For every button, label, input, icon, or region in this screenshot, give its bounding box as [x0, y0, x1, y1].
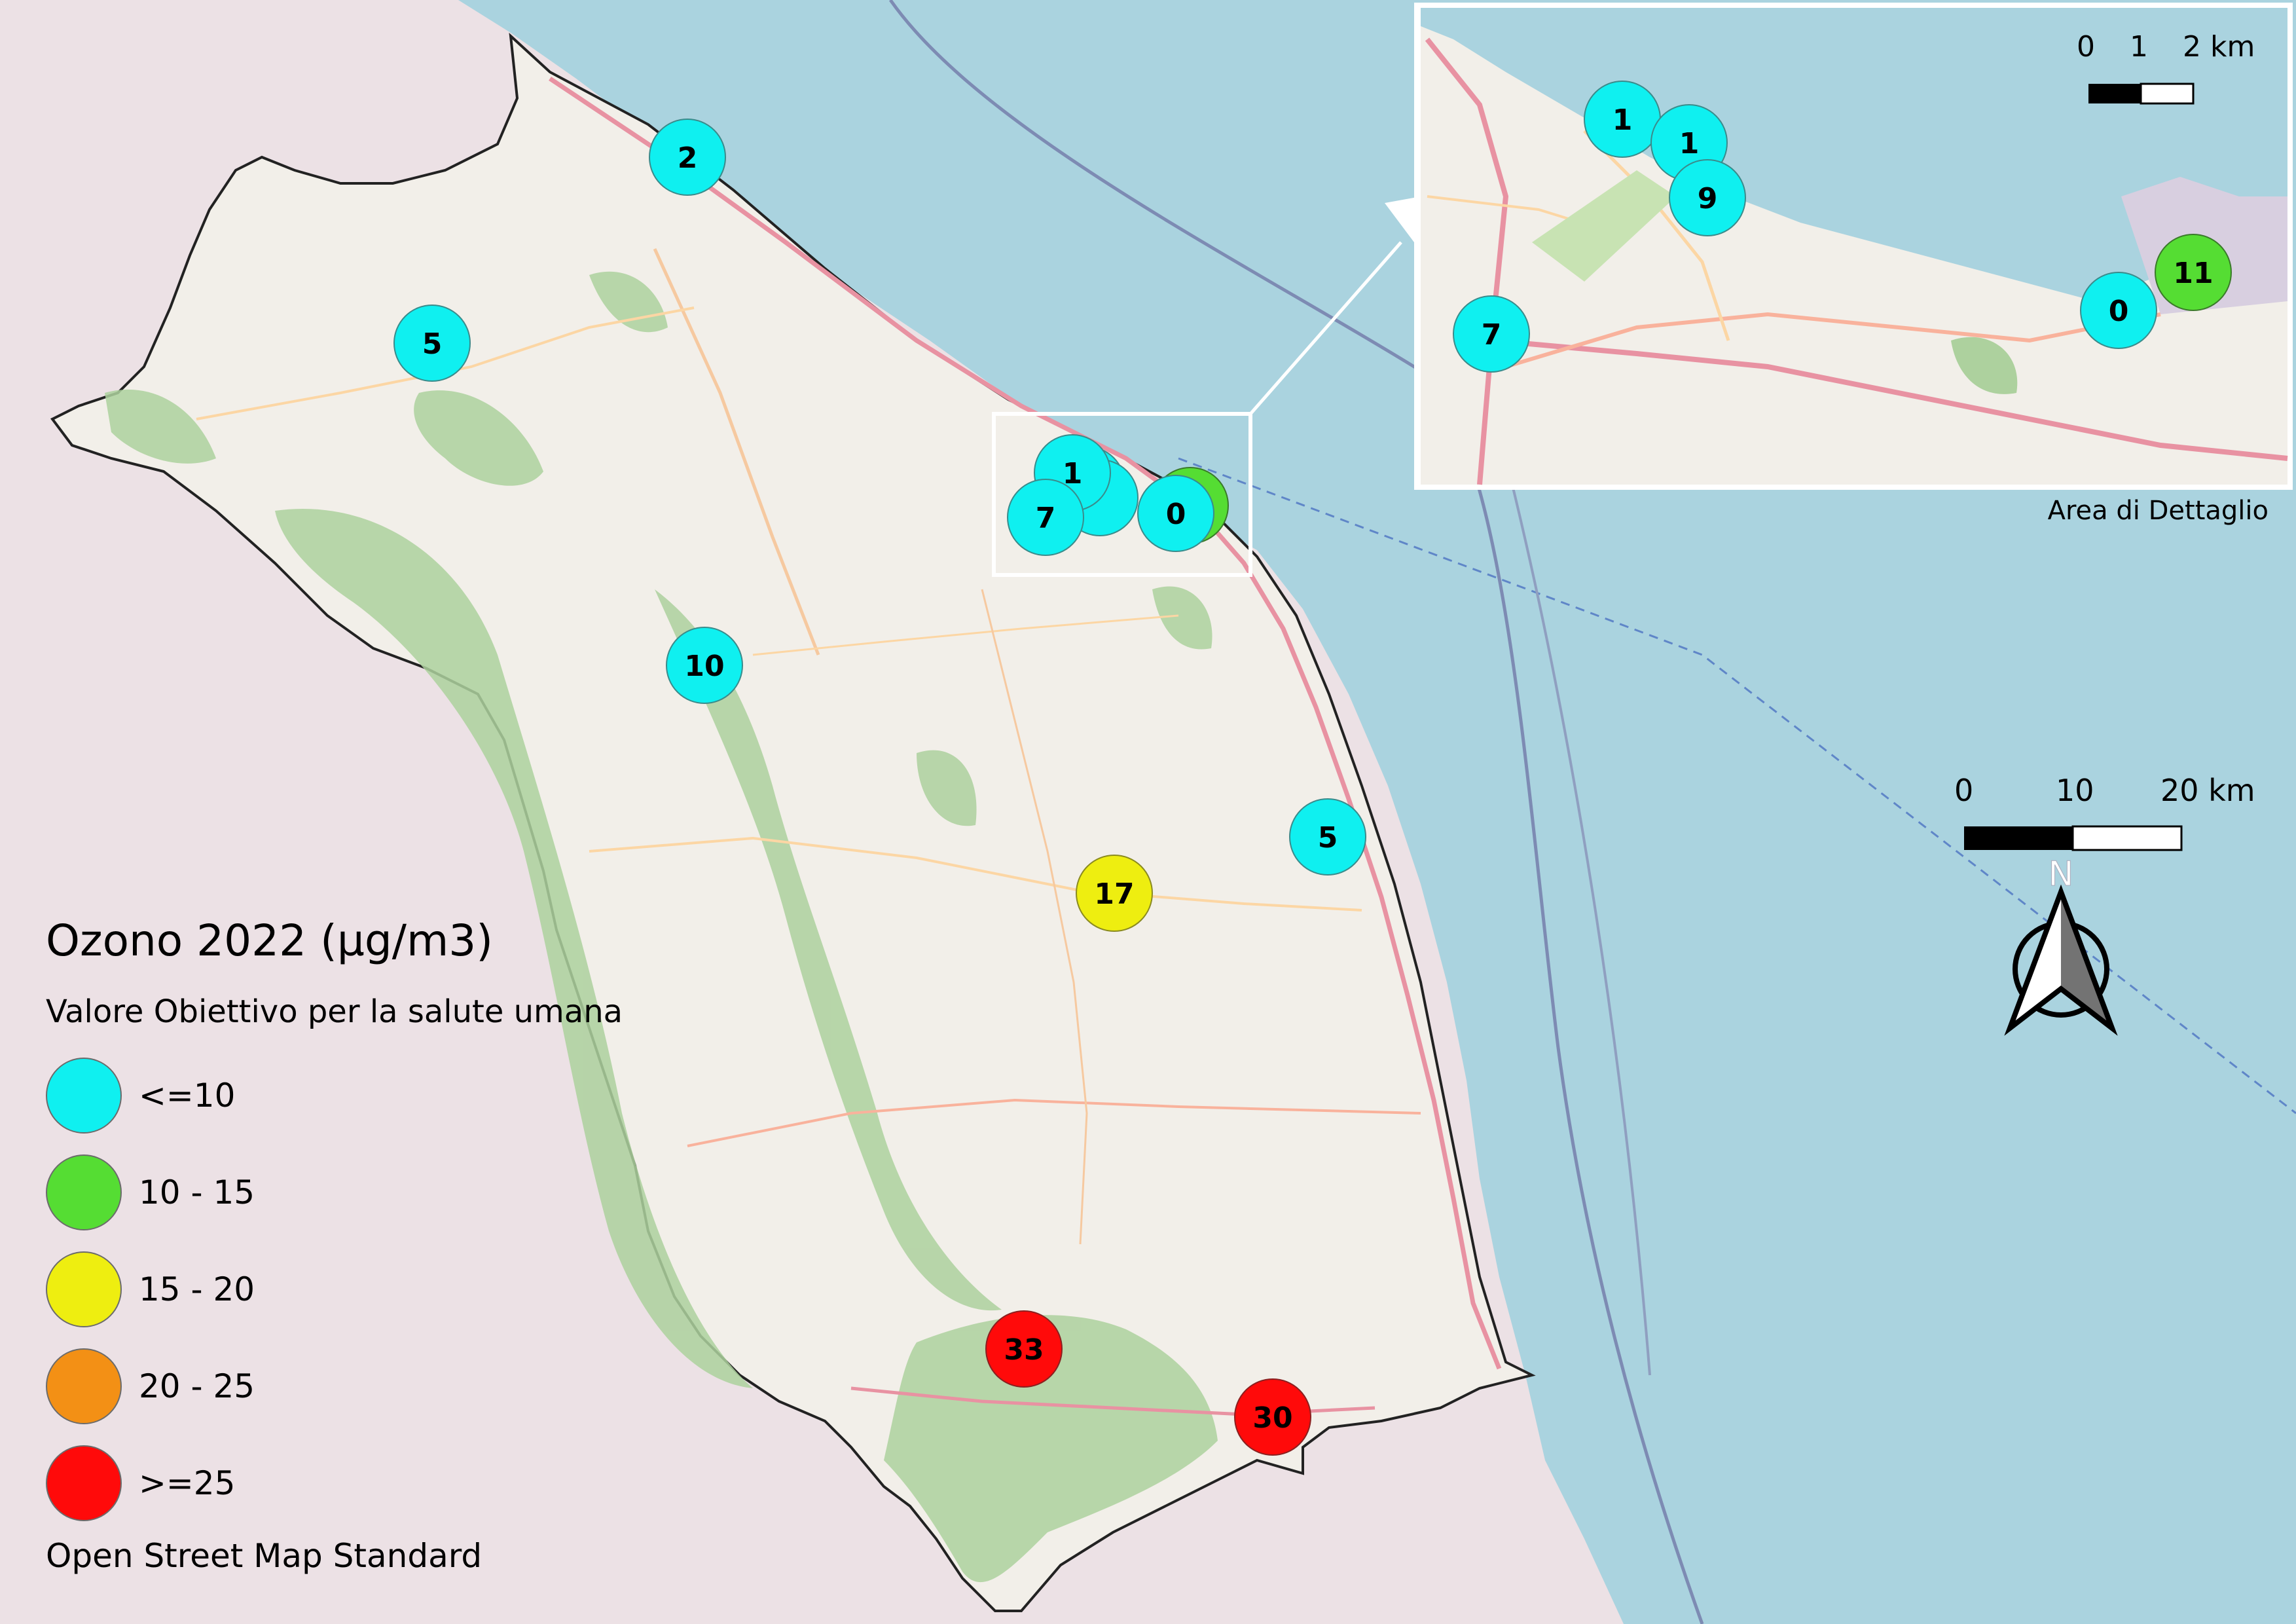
legend-swatch: [46, 1058, 122, 1134]
station-marker[interactable]: 2: [649, 119, 726, 196]
station-value: 7: [1036, 502, 1056, 535]
station-value: 10: [684, 650, 724, 683]
station-value: 11: [2173, 257, 2213, 290]
station-value: 1: [1679, 127, 1700, 160]
station-marker[interactable]: 5: [1289, 798, 1366, 876]
legend-label: <=10: [139, 1077, 236, 1115]
legend: Ozono 2022 (µg/m3) Valore Obiettivo per …: [46, 913, 635, 1575]
inset-scale-label-0: 0: [2077, 30, 2095, 64]
station-value: 5: [1318, 821, 1338, 855]
legend-label: >=25: [139, 1464, 236, 1502]
inset-scale-label-1: 1: [2130, 30, 2148, 64]
station-value: 7: [1482, 318, 1502, 352]
main-scale-label-1: 10: [2056, 773, 2094, 808]
legend-swatch: [46, 1445, 122, 1521]
inset-station-marker[interactable]: 0: [2080, 272, 2157, 349]
legend-item: 20 - 25: [46, 1338, 635, 1435]
station-marker[interactable]: 10: [666, 627, 743, 704]
legend-item: >=25: [46, 1435, 635, 1532]
legend-label: 20 - 25: [139, 1367, 255, 1405]
legend-item: 10 - 15: [46, 1144, 635, 1241]
station-value: 33: [1004, 1333, 1044, 1367]
inset-station-marker[interactable]: 11: [2155, 234, 2232, 311]
station-marker[interactable]: 5: [393, 304, 471, 382]
station-value: 17: [1094, 877, 1134, 911]
inset-station-marker[interactable]: 7: [1453, 295, 1530, 373]
map-source-credit: Open Street Map Standard: [46, 1537, 483, 1575]
station-value: 2: [678, 141, 698, 175]
station-marker[interactable]: 7: [1007, 479, 1084, 556]
inset-map[interactable]: 1 1 9 7 0 11: [1414, 3, 2293, 490]
inset-scale-bar: [2088, 83, 2195, 105]
north-label: N: [2049, 855, 2074, 894]
main-scale-label-0: 0: [1954, 773, 1974, 808]
station-value: 0: [2109, 295, 2129, 328]
station-value: 0: [1166, 498, 1186, 531]
legend-item: <=10: [46, 1047, 635, 1144]
inset-caption: Area di Dettaglio: [2047, 496, 2269, 526]
station-value: 1: [1613, 103, 1633, 137]
station-marker[interactable]: 17: [1076, 855, 1153, 932]
station-value: 5: [422, 327, 443, 361]
inset-station-marker[interactable]: 1: [1584, 81, 1661, 158]
station-value: 30: [1252, 1401, 1292, 1435]
main-scale-bar: [1964, 825, 2183, 851]
station-marker[interactable]: 33: [985, 1310, 1063, 1388]
inset-station-marker[interactable]: 9: [1669, 159, 1746, 236]
legend-title: Ozono 2022 (µg/m3): [46, 915, 494, 966]
station-value: 9: [1698, 182, 1718, 215]
legend-swatch: [46, 1251, 122, 1327]
legend-swatch: [46, 1154, 122, 1230]
legend-swatch: [46, 1348, 122, 1424]
legend-label: 10 - 15: [139, 1173, 255, 1211]
main-scale-label-2: 20 km: [2160, 773, 2255, 808]
legend-item: 15 - 20: [46, 1241, 635, 1338]
station-marker[interactable]: 0: [1137, 475, 1214, 552]
station-marker[interactable]: 30: [1234, 1378, 1311, 1456]
legend-label: 15 - 20: [139, 1270, 255, 1308]
inset-scale-label-2: 2 km: [2183, 30, 2255, 64]
legend-subtitle: Valore Obiettivo per la salute umana: [46, 993, 623, 1030]
